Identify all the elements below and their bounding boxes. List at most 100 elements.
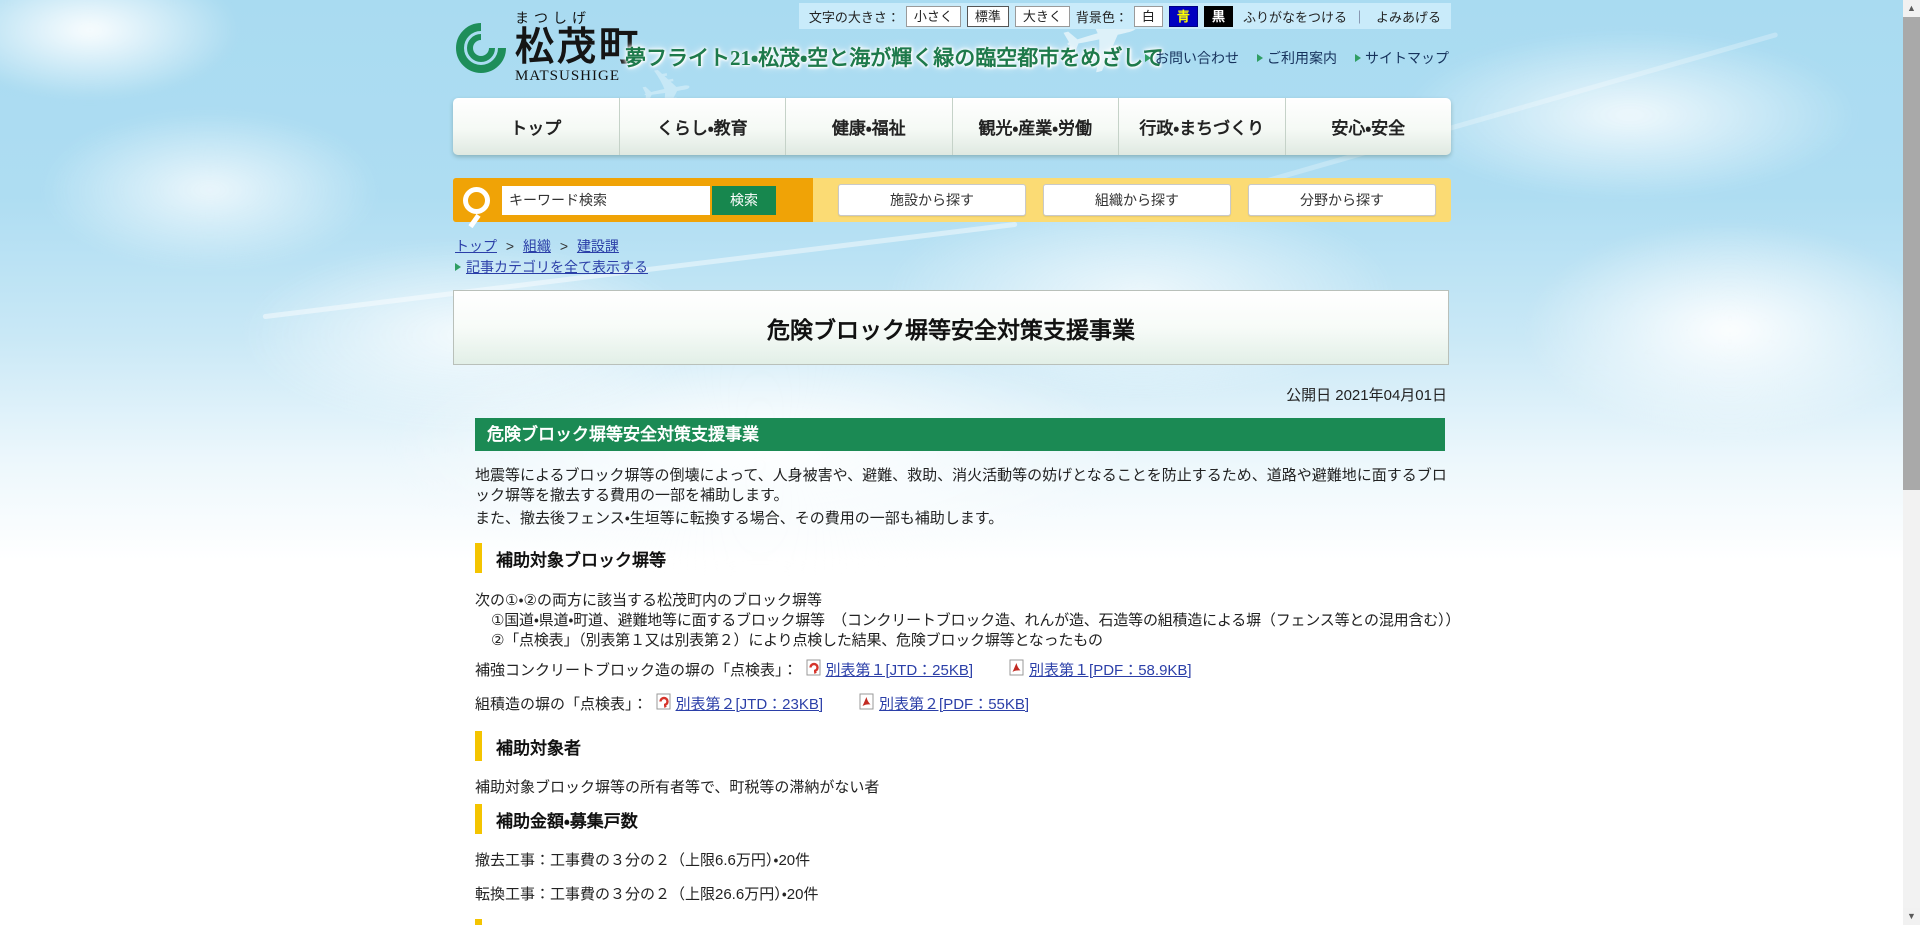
breadcrumb-organization-link[interactable]: 組織 (523, 238, 551, 254)
nav-item-administration[interactable]: 行政・まちづくり (1119, 98, 1286, 155)
utility-links: お問い合わせ ご利用案内 サイトマップ (1145, 48, 1449, 68)
download-link-jtd[interactable]: 別表第１[JTD：25KB] (806, 659, 974, 680)
logo-text: まつしげ 松茂町 MATSUSHIGE (515, 8, 641, 85)
download-link-label: 別表第１[JTD：25KB] (826, 659, 974, 680)
cloud-decoration (1400, 30, 1860, 200)
search-button[interactable]: 検索 (712, 186, 776, 215)
body-text: 補助対象ブロック塀等の所有者等で、町税等の滞納がない者 (475, 776, 879, 797)
font-smaller-button[interactable]: 小さく (906, 6, 961, 27)
section-heading-eligible-persons: 補助対象者 (475, 731, 581, 761)
section-bar-icon (475, 543, 482, 573)
body-text: 撤去工事：工事費の３分の２（上限6.6万円）・20件 (475, 849, 810, 870)
triangle-icon (1355, 54, 1361, 62)
breadcrumb: トップ > 組織 > 建設課 (455, 236, 619, 256)
scroll-down-icon[interactable]: ▼ (1903, 908, 1920, 925)
contact-link[interactable]: お問い合わせ (1145, 48, 1239, 68)
intro-paragraph: 地震等によるブロック塀等の倒壊によって、人身被害や、避難、救助、消火活動等の妨げ… (475, 466, 1450, 506)
find-by-category-button[interactable]: 分野から探す (1248, 184, 1436, 216)
breadcrumb-top-link[interactable]: トップ (455, 238, 497, 254)
section-title: 補助対象ブロック塀等 (496, 546, 666, 571)
page-column: 文字の大きさ： 小さく 標準 大きく 背景色： 白 青 黒 ふりがなをつける ｜… (453, 0, 1451, 925)
find-by-organization-button[interactable]: 組織から探す (1043, 184, 1231, 216)
logo-kana: まつしげ (515, 8, 641, 28)
cloud-decoration (0, 0, 240, 100)
article-intro: 地震等によるブロック塀等の倒壊によって、人身被害や、避難、救助、消火活動等の妨げ… (475, 466, 1450, 532)
furigana-link[interactable]: ふりがなをつける (1243, 7, 1347, 26)
show-all-categories: 記事カテゴリを全て表示する (455, 257, 648, 277)
bg-white-button[interactable]: 白 (1134, 6, 1163, 27)
sitemap-link[interactable]: サイトマップ (1355, 48, 1449, 68)
cloud-decoration (1520, 220, 1920, 440)
article-section-banner: 危険ブロック塀等安全対策支援事業 (475, 418, 1445, 451)
accessibility-toolbar: 文字の大きさ： 小さく 標準 大きく 背景色： 白 青 黒 ふりがなをつける ｜… (799, 3, 1451, 29)
triangle-icon (1257, 54, 1263, 62)
pdf-file-icon (1009, 659, 1024, 680)
browser-viewport: ✈ ✈ 文字の大きさ： 小さく 標準 大きく 背景色： 白 青 黒 ふりがなをつ… (0, 0, 1920, 925)
pdf-file-icon (859, 693, 874, 714)
download-row: 補強コンクリートブロック造の塀の「点検表」： 別表第１[JTD：25KB] 別表… (475, 659, 1192, 680)
cloud-decoration (40, 110, 380, 270)
breadcrumb-separator: > (506, 238, 514, 254)
sitemap-link-label: サイトマップ (1365, 48, 1449, 68)
nav-item-living-education[interactable]: くらし・教育 (620, 98, 787, 155)
scroll-up-icon[interactable]: ▲ (1903, 0, 1920, 17)
breadcrumb-construction-link[interactable]: 建設課 (577, 238, 619, 254)
download-prefix: 組積造の塀の「点検表」： (475, 693, 648, 714)
download-link-label: 別表第２[JTD：23KB] (676, 693, 824, 714)
jtd-file-icon (656, 693, 671, 714)
logo-town-name: 松茂町 (515, 28, 641, 68)
search-icon (463, 187, 490, 214)
download-link-label: 別表第１[PDF：58.9KB] (1029, 659, 1192, 680)
body-text: 転換工事：工事費の３分の２（上限26.6万円）・20件 (475, 883, 818, 904)
nav-item-health-welfare[interactable]: 健康・福祉 (786, 98, 953, 155)
site-logo[interactable]: まつしげ 松茂町 MATSUSHIGE (455, 8, 641, 85)
download-link-pdf[interactable]: 別表第１[PDF：58.9KB] (1009, 659, 1192, 680)
nav-item-tourism-industry[interactable]: 観光・産業・労働 (953, 98, 1120, 155)
scrollbar-thumb[interactable] (1903, 17, 1920, 490)
section-heading-subsidy-amount: 補助金額・募集戸数 (475, 804, 638, 834)
find-by-facility-button[interactable]: 施設から探す (838, 184, 1026, 216)
section-bar-icon (475, 804, 482, 834)
font-larger-button[interactable]: 大きく (1015, 6, 1070, 27)
search-bar: 検索 施設から探す 組織から探す 分野から探す (453, 178, 1451, 222)
intro-paragraph: また、撤去後フェンス・生垣等に転換する場合、その費用の一部も補助します。 (475, 509, 1450, 529)
main-nav: トップ くらし・教育 健康・福祉 観光・産業・労働 行政・まちづくり 安心・安全 (453, 98, 1451, 155)
usage-guide-link-label: ご利用案内 (1267, 48, 1337, 68)
toolbar-divider: ｜ (1353, 7, 1366, 26)
contact-link-label: お問い合わせ (1155, 48, 1239, 68)
finder-buttons: 施設から探す 組織から探す 分野から探す (838, 184, 1436, 216)
section-title: 補助対象者 (496, 734, 581, 759)
triangle-icon (1145, 54, 1151, 62)
site-tagline: 夢フライト21・松茂・空と海が輝く緑の臨空都市をめざして (625, 42, 1164, 72)
font-size-label: 文字の大きさ： (809, 7, 900, 26)
search-input[interactable] (502, 186, 710, 215)
bg-color-label: 背景色： (1076, 7, 1128, 26)
published-date: 公開日 2021年04月01日 (1286, 384, 1447, 405)
download-row: 組積造の塀の「点検表」： 別表第２[JTD：23KB] 別表第２[PDF：55K… (475, 693, 1029, 714)
bg-blue-button[interactable]: 青 (1169, 6, 1198, 27)
page-title: 危険ブロック塀等安全対策支援事業 (767, 311, 1135, 345)
article-title-box: 危険ブロック塀等安全対策支援事業 (453, 290, 1449, 365)
next-section-bar-fragment (475, 919, 482, 925)
body-text: ①国道・県道・町道、避難地等に面するブロック塀等 （コンクリートブロック造、れん… (491, 609, 1460, 630)
read-aloud-link[interactable]: よみあげる (1376, 7, 1441, 26)
download-prefix: 補強コンクリートブロック造の塀の「点検表」： (475, 659, 798, 680)
download-link-label: 別表第２[PDF：55KB] (879, 693, 1029, 714)
body-text: ②「点検表」（別表第１又は別表第２）により点検した結果、危険ブロック塀等となった… (491, 629, 1103, 650)
body-text: 次の①・②の両方に該当する松茂町内のブロック塀等 (475, 589, 822, 610)
breadcrumb-separator: > (560, 238, 568, 254)
nav-item-safety[interactable]: 安心・安全 (1286, 98, 1452, 155)
download-link-pdf[interactable]: 別表第２[PDF：55KB] (859, 693, 1029, 714)
vertical-scrollbar[interactable]: ▲ ▼ (1903, 0, 1920, 925)
usage-guide-link[interactable]: ご利用案内 (1257, 48, 1337, 68)
jtd-file-icon (806, 659, 821, 680)
download-link-jtd[interactable]: 別表第２[JTD：23KB] (656, 693, 824, 714)
font-standard-button[interactable]: 標準 (967, 6, 1009, 27)
nav-item-top[interactable]: トップ (453, 98, 620, 155)
bg-black-button[interactable]: 黒 (1204, 6, 1233, 27)
show-all-categories-link[interactable]: 記事カテゴリを全て表示する (466, 257, 648, 277)
keyword-search-area: 検索 (453, 178, 813, 222)
section-bar-icon (475, 731, 482, 761)
town-logo-icon (455, 22, 507, 85)
section-heading-target-walls: 補助対象ブロック塀等 (475, 543, 666, 573)
